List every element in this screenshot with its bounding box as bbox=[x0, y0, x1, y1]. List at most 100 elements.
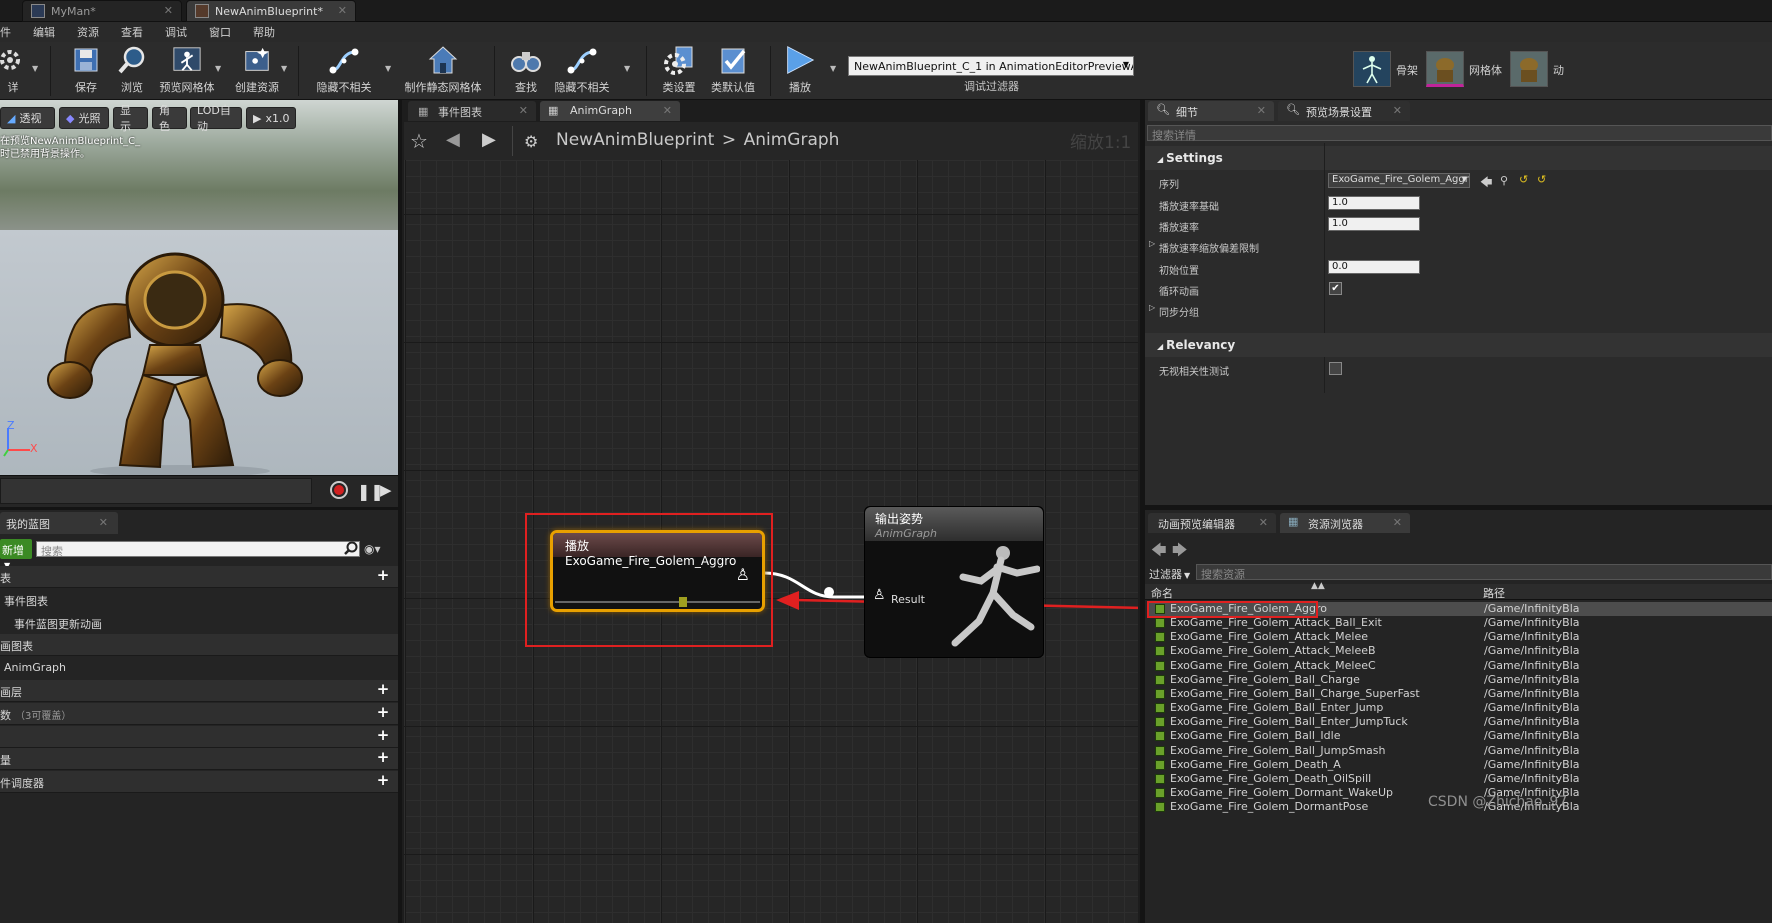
close-icon[interactable]: ✕ bbox=[519, 104, 528, 117]
chevron-down-icon[interactable]: ▼ bbox=[215, 64, 221, 73]
asset-row[interactable]: ExoGame_Fire_Golem_Ball_Enter_JumpTuck/G… bbox=[1147, 715, 1772, 729]
close-icon[interactable]: ✕ bbox=[1393, 516, 1402, 529]
find-button[interactable]: 查找 bbox=[508, 44, 544, 98]
blueprint-category[interactable]: 件调度器 + bbox=[0, 771, 398, 794]
breadcrumb-blueprint[interactable]: NewAnimBlueprint bbox=[556, 130, 714, 150]
details-search-input[interactable]: 搜索详情 bbox=[1147, 125, 1772, 142]
play-rate-basis-field[interactable]: 1.0 bbox=[1328, 196, 1420, 210]
asset-row[interactable]: ExoGame_Fire_Golem_Attack_MeleeB/Game/In… bbox=[1147, 644, 1772, 658]
asset-row[interactable]: ExoGame_Fire_Golem_Death_A/Game/Infinity… bbox=[1147, 758, 1772, 772]
use-selected-arrow-icon[interactable]: 🡄 bbox=[1480, 173, 1492, 194]
menu-file[interactable]: 件 bbox=[0, 24, 11, 40]
forward-arrow-icon[interactable]: 🡆 bbox=[1172, 540, 1188, 565]
tab-preview-scene-settings[interactable]: 🔍︎ 预览场景设置 ✕ bbox=[1278, 101, 1410, 121]
close-icon[interactable]: ✕ bbox=[99, 516, 108, 529]
tab-animgraph[interactable]: ▦ AnimGraph ✕ bbox=[540, 101, 680, 121]
skeleton-mode-button[interactable] bbox=[1353, 51, 1391, 87]
blueprint-search-input[interactable]: 搜索 bbox=[36, 541, 360, 558]
asset-row[interactable]: ExoGame_Fire_Golem_Attack_Melee/Game/Inf… bbox=[1147, 630, 1772, 644]
timeline-track[interactable] bbox=[0, 478, 312, 504]
animation-mode-button[interactable] bbox=[1510, 51, 1548, 87]
close-icon[interactable]: ✕ bbox=[164, 4, 173, 17]
asset-row[interactable]: ExoGame_Fire_Golem_Ball_Idle/Game/Infini… bbox=[1147, 729, 1772, 743]
mesh-mode-button[interactable] bbox=[1426, 51, 1464, 87]
create-asset-button[interactable]: 创建资源 bbox=[232, 44, 282, 98]
menu-view[interactable]: 查看 bbox=[121, 24, 143, 40]
start-position-field[interactable]: 0.0 bbox=[1328, 260, 1420, 274]
filter-dropdown[interactable]: 过滤器 ▼ bbox=[1149, 566, 1190, 582]
lighting-button[interactable]: ◆ 光照 bbox=[59, 107, 109, 129]
blueprint-item[interactable]: 事件蓝图更新动画 bbox=[0, 612, 398, 634]
back-arrow-icon[interactable]: ◀ bbox=[446, 129, 460, 150]
preview-viewport[interactable]: ◢ 透视 ◆ 光照 显示 角色 LOD自动 ▶ x1.0 在预览NewAnimBlue… bbox=[0, 100, 398, 475]
hide-unrelated-button-2[interactable]: 隐藏不相关 bbox=[552, 44, 612, 98]
blueprint-category[interactable]: + bbox=[0, 725, 398, 748]
menu-help[interactable]: 帮助 bbox=[253, 24, 275, 40]
column-path-header[interactable]: 路径 bbox=[1483, 585, 1505, 601]
add-icon[interactable]: + bbox=[376, 682, 390, 697]
blueprint-category[interactable]: 量 + bbox=[0, 748, 398, 771]
detail-row-play-rate-scale-bias-clamp[interactable]: ▷ 播放速率缩放偏差限制 bbox=[1145, 235, 1772, 256]
detail-row-sync-group[interactable]: ▷ 同步分组 bbox=[1145, 299, 1772, 320]
asset-row[interactable]: ExoGame_Fire_Golem_Ball_Enter_Jump/Game/… bbox=[1147, 701, 1772, 715]
output-pose-node[interactable]: 输出姿势 AnimGraph ♙ Result bbox=[864, 506, 1044, 658]
debug-object-select[interactable]: NewAnimBlueprint_C_1 in AnimationEditorP… bbox=[848, 56, 1134, 76]
lod-auto-button[interactable]: LOD自动 bbox=[190, 104, 242, 133]
add-icon[interactable]: + bbox=[376, 750, 390, 765]
search-icon[interactable] bbox=[344, 541, 358, 555]
tab-anim-preview-editor[interactable]: 动画预览编辑器 ✕ bbox=[1148, 513, 1276, 533]
doc-tab-newanimblueprint[interactable]: NewAnimBlueprint* ✕ bbox=[186, 0, 356, 22]
forward-arrow-icon[interactable]: ▶ bbox=[482, 129, 496, 150]
tab-my-blueprint[interactable]: 我的蓝图 ✕ bbox=[0, 512, 118, 534]
chevron-down-icon[interactable]: ▼ bbox=[385, 64, 391, 73]
asset-row[interactable]: ExoGame_Fire_Golem_Ball_Charge_SuperFast… bbox=[1147, 687, 1772, 701]
close-icon[interactable]: ✕ bbox=[338, 4, 347, 17]
perspective-button[interactable]: ◢ 透视 bbox=[0, 107, 55, 129]
menu-window[interactable]: 窗口 bbox=[209, 24, 231, 40]
class-defaults-button[interactable]: 类默认值 bbox=[708, 44, 758, 98]
tab-event-graph[interactable]: ▦ 事件图表 ✕ bbox=[408, 101, 536, 121]
details-button[interactable]: 详 bbox=[0, 44, 26, 98]
chevron-down-icon[interactable]: ▼ bbox=[281, 64, 287, 73]
browse-button[interactable]: 浏览 bbox=[112, 44, 152, 98]
loop-animation-checkbox[interactable]: ✔ bbox=[1329, 282, 1342, 295]
browse-asset-icon[interactable]: ⚲ bbox=[1500, 174, 1508, 187]
close-icon[interactable]: ✕ bbox=[663, 104, 672, 117]
chevron-down-icon[interactable]: ▼ bbox=[830, 64, 836, 73]
playback-speed-button[interactable]: ▶ x1.0 bbox=[246, 107, 296, 129]
menu-debug[interactable]: 调试 bbox=[165, 24, 187, 40]
asset-row[interactable]: ExoGame_Fire_Golem_Attack_Ball_Exit/Game… bbox=[1147, 616, 1772, 630]
save-button[interactable]: 保存 bbox=[66, 44, 106, 98]
reset-default-icon[interactable]: ↺ bbox=[1537, 173, 1546, 186]
star-icon[interactable]: ☆ bbox=[410, 129, 428, 153]
blueprint-category[interactable]: 数 （3可覆盖） + bbox=[0, 702, 398, 725]
breadcrumb-graph[interactable]: AnimGraph bbox=[744, 130, 840, 150]
record-button[interactable] bbox=[330, 481, 348, 499]
back-arrow-icon[interactable]: 🡄 bbox=[1151, 540, 1167, 565]
blueprint-item[interactable]: AnimGraph bbox=[0, 657, 398, 679]
close-icon[interactable]: ✕ bbox=[1393, 104, 1402, 117]
category-settings[interactable]: ◢ Settings bbox=[1145, 146, 1772, 170]
blueprint-category[interactable]: 画图表 bbox=[0, 634, 398, 657]
add-icon[interactable]: + bbox=[376, 773, 390, 788]
close-icon[interactable]: ✕ bbox=[1257, 104, 1266, 117]
play-rate-field[interactable]: 1.0 bbox=[1328, 217, 1420, 231]
ignore-relevancy-checkbox[interactable] bbox=[1329, 362, 1342, 375]
tab-content-browser[interactable]: ▦ 资源浏览器 ✕ bbox=[1280, 513, 1410, 533]
make-static-mesh-button[interactable]: 制作静态网格体 bbox=[404, 44, 482, 98]
add-icon[interactable]: + bbox=[376, 568, 390, 583]
add-icon[interactable]: + bbox=[376, 704, 390, 720]
pose-pin-icon[interactable]: ♙ bbox=[873, 587, 886, 603]
blueprint-item[interactable]: 事件图表 bbox=[0, 589, 398, 611]
category-relevancy[interactable]: ◢ Relevancy bbox=[1145, 333, 1772, 357]
column-name-header[interactable]: 命名 bbox=[1151, 585, 1173, 601]
preview-mesh-button[interactable]: 预览网格体 bbox=[158, 44, 216, 98]
add-icon[interactable]: + bbox=[376, 727, 390, 743]
reset-icon[interactable]: ↺ bbox=[1519, 173, 1528, 186]
sequence-select[interactable]: ExoGame_Fire_Golem_Aggro ▼ bbox=[1328, 173, 1470, 188]
asset-row[interactable]: ExoGame_Fire_Golem_Ball_JumpSmash/Game/I… bbox=[1147, 744, 1772, 758]
asset-row[interactable]: ExoGame_Fire_Golem_Attack_MeleeC/Game/In… bbox=[1147, 659, 1772, 673]
menu-edit[interactable]: 编辑 bbox=[33, 24, 55, 40]
blueprint-category[interactable]: 画层 + bbox=[0, 680, 398, 702]
close-icon[interactable]: ✕ bbox=[1259, 516, 1268, 529]
